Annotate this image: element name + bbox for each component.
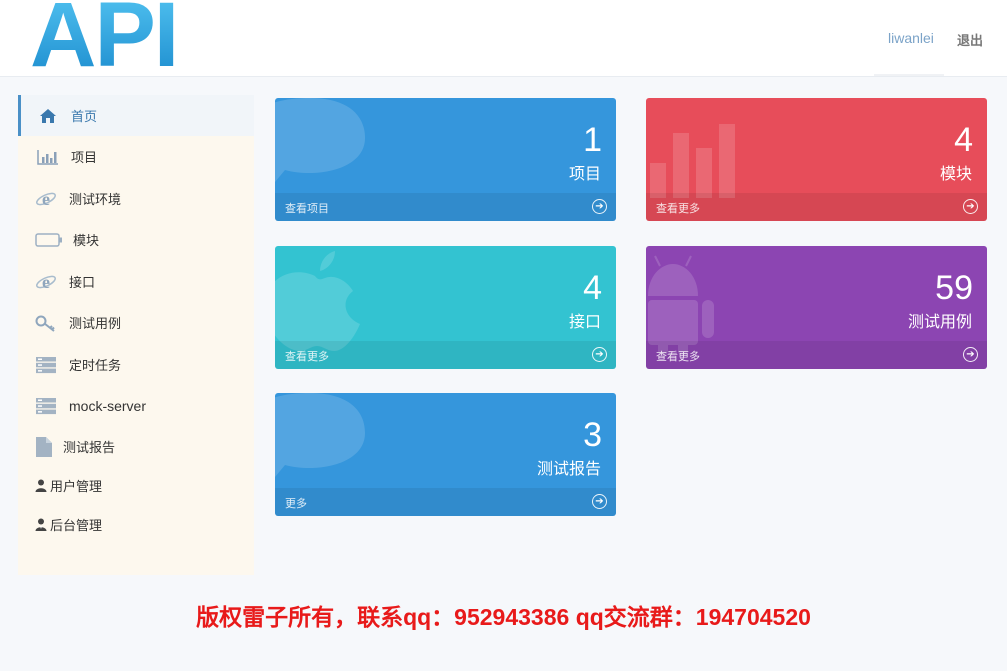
android-icon [648, 255, 714, 356]
copyright-notice: 版权雷子所有，联系qq：952943386 qq交流群：194704520 [196, 604, 811, 630]
arrow-right-icon[interactable]: ➔ [963, 199, 978, 214]
home-icon [35, 106, 61, 126]
sidebar-item-interfaces[interactable]: e 接口 [18, 261, 254, 302]
projects-count: 1 [583, 121, 602, 159]
interfaces-footer-link[interactable]: 查看更多 ➔ [275, 341, 616, 369]
modules-count: 4 [954, 121, 973, 159]
arrow-right-icon[interactable]: ➔ [592, 347, 607, 362]
user-icon [34, 476, 48, 496]
view-more-link[interactable]: 查看更多 [656, 200, 700, 216]
test-reports-count: 3 [583, 416, 602, 454]
sidebar-item-label: mock-server [69, 397, 147, 414]
chat-bubble-icon [275, 98, 365, 182]
logout-button[interactable]: 退出 [957, 30, 983, 49]
arrow-right-icon[interactable]: ➔ [592, 199, 607, 214]
username-link[interactable]: liwanlei [888, 30, 934, 46]
sidebar-item-label: 测试用例 [69, 317, 122, 332]
admin-icon [34, 515, 48, 535]
ie-browser-icon: e [33, 189, 59, 209]
modules-footer-link[interactable]: 查看更多 ➔ [646, 193, 987, 221]
sidebar-item-label: 项目 [71, 151, 98, 166]
test-cases-card[interactable]: 59 测试用例 查看更多 ➔ [646, 246, 987, 369]
view-more-link[interactable]: 查看更多 [285, 348, 329, 364]
svg-text:e: e [42, 189, 50, 209]
interfaces-card[interactable]: 4 接口 查看更多 ➔ [275, 246, 616, 369]
sidebar-item-test-reports[interactable]: 测试报告 [18, 426, 254, 467]
projects-label: 项目 [568, 164, 601, 183]
sidebar: 首页 项目 e 测试环境 模块 e 接口 测试用例 定时任务 mock-serv… [18, 95, 254, 575]
sidebar-item-label: 后台管理 [50, 519, 103, 534]
sidebar-item-label: 接口 [69, 276, 96, 291]
sidebar-item-projects[interactable]: 项目 [18, 136, 254, 177]
sidebar-item-mock-server[interactable]: mock-server [18, 385, 254, 426]
bar-chart-icon [35, 147, 61, 167]
battery-icon [35, 230, 63, 250]
modules-card[interactable]: 4 模块 查看更多 ➔ [646, 98, 987, 221]
bar-chart-icon [650, 124, 735, 198]
sidebar-item-label: 首页 [71, 110, 98, 125]
modules-label: 模块 [939, 164, 972, 183]
server-icon [33, 396, 59, 416]
header-divider [874, 74, 944, 76]
test-cases-label: 测试用例 [907, 312, 972, 331]
sidebar-item-label: 测试环境 [69, 193, 122, 208]
sidebar-item-scheduled-tasks[interactable]: 定时任务 [18, 344, 254, 385]
top-header: API liwanlei 退出 [0, 0, 1007, 81]
sidebar-item-modules[interactable]: 模块 [18, 219, 254, 260]
test-reports-label: 测试报告 [536, 459, 601, 478]
ie-browser-icon: e [33, 272, 59, 292]
sidebar-item-test-env[interactable]: e 测试环境 [18, 178, 254, 219]
test-cases-count: 59 [935, 269, 973, 307]
chat-bubble-icon [275, 393, 365, 477]
api-logo[interactable]: API [30, 0, 179, 81]
svg-text:e: e [42, 272, 50, 292]
view-more-link[interactable]: 更多 [285, 495, 307, 511]
file-icon [33, 436, 55, 457]
view-more-link[interactable]: 查看项目 [285, 200, 329, 216]
apple-icon [275, 251, 360, 351]
view-more-link[interactable]: 查看更多 [656, 348, 700, 364]
sidebar-item-label: 定时任务 [69, 359, 122, 374]
sidebar-item-user-management[interactable]: 用户管理 [18, 465, 254, 506]
sidebar-item-test-cases[interactable]: 测试用例 [18, 302, 254, 343]
sidebar-item-label: 模块 [73, 234, 100, 249]
key-icon [33, 313, 59, 333]
arrow-right-icon[interactable]: ➔ [592, 494, 607, 509]
test-cases-footer-link[interactable]: 查看更多 ➔ [646, 341, 987, 369]
sidebar-item-admin[interactable]: 后台管理 [18, 504, 254, 545]
test-reports-card[interactable]: 3 测试报告 更多 ➔ [275, 393, 616, 516]
arrow-right-icon[interactable]: ➔ [963, 347, 978, 362]
interfaces-count: 4 [583, 269, 602, 307]
projects-footer-link[interactable]: 查看项目 ➔ [275, 193, 616, 221]
sidebar-item-home[interactable]: 首页 [18, 95, 254, 136]
sidebar-item-label: 测试报告 [63, 441, 116, 456]
interfaces-label: 接口 [568, 312, 601, 331]
test-reports-footer-link[interactable]: 更多 ➔ [275, 488, 616, 516]
server-icon [33, 355, 59, 375]
projects-card[interactable]: 1 项目 查看项目 ➔ [275, 98, 616, 221]
sidebar-item-label: 用户管理 [50, 480, 103, 495]
